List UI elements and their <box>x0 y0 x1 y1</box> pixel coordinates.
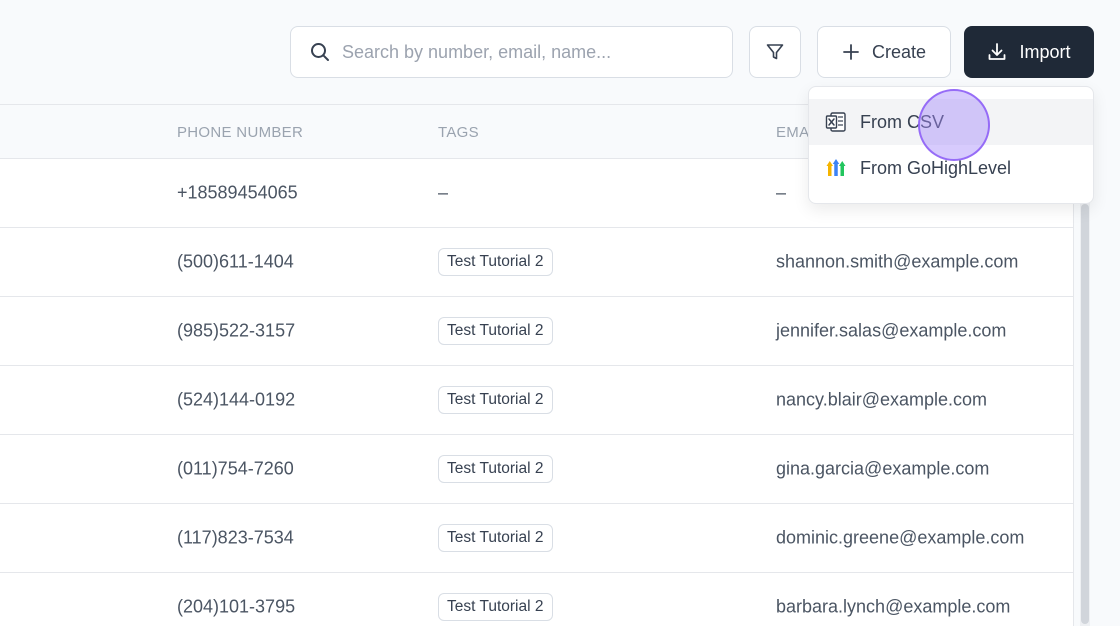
tags-cell: Test Tutorial 2 <box>438 593 553 621</box>
email-cell: barbara.lynch@example.com <box>776 596 1011 617</box>
plus-icon <box>843 44 859 60</box>
import-dropdown-menu: From CSV From GoHighLevel <box>808 86 1094 204</box>
phone-cell: (204)101-3795 <box>177 596 296 617</box>
excel-icon <box>825 112 846 132</box>
table-row[interactable]: (524)144-0192 Test Tutorial 2 nancy.blai… <box>0 366 1073 435</box>
filter-icon <box>766 44 784 60</box>
table-row[interactable]: (985)522-3157 Test Tutorial 2 jennifer.s… <box>0 297 1073 366</box>
column-header-phone[interactable]: PHONE NUMBER <box>177 124 303 141</box>
email-cell: nancy.blair@example.com <box>776 389 988 410</box>
scrollbar-thumb[interactable] <box>1081 204 1089 624</box>
tags-cell: Test Tutorial 2 <box>438 524 553 552</box>
phone-cell: +18589454065 <box>177 182 298 203</box>
phone-cell: (011)754-7260 <box>177 458 294 479</box>
phone-cell: (500)611-1404 <box>177 251 294 272</box>
create-button[interactable]: Create <box>817 26 951 78</box>
import-button[interactable]: Import <box>964 26 1094 78</box>
search-icon <box>311 43 329 61</box>
menu-item-from-csv[interactable]: From CSV <box>809 99 1093 145</box>
menu-item-label: From CSV <box>860 111 945 132</box>
download-icon <box>989 43 1006 60</box>
create-button-label: Create <box>871 41 927 62</box>
tags-cell: Test Tutorial 2 <box>438 248 553 276</box>
search-bar[interactable] <box>290 26 733 78</box>
table-row[interactable]: (500)611-1404 Test Tutorial 2 shannon.sm… <box>0 228 1073 297</box>
menu-item-from-gohighlevel[interactable]: From GoHighLevel <box>809 145 1093 191</box>
search-input[interactable] <box>342 41 712 63</box>
email-cell: gina.garcia@example.com <box>776 458 990 479</box>
table-row[interactable]: (011)754-7260 Test Tutorial 2 gina.garci… <box>0 435 1073 504</box>
tags-cell: Test Tutorial 2 <box>438 455 553 483</box>
table-row[interactable]: (204)101-3795 Test Tutorial 2 barbara.ly… <box>0 573 1073 626</box>
tags-cell: – <box>438 182 449 203</box>
tag-badge: Test Tutorial 2 <box>438 317 553 345</box>
tag-badge: Test Tutorial 2 <box>438 248 553 276</box>
phone-cell: (985)522-3157 <box>177 320 296 341</box>
email-cell: jennifer.salas@example.com <box>776 320 1007 341</box>
phone-cell: (524)144-0192 <box>177 389 296 410</box>
filter-button[interactable] <box>749 26 801 78</box>
phone-cell: (117)823-7534 <box>177 527 294 548</box>
tags-cell: Test Tutorial 2 <box>438 317 553 345</box>
menu-item-label: From GoHighLevel <box>860 157 1012 178</box>
email-cell: dominic.greene@example.com <box>776 527 1025 548</box>
email-cell: – <box>776 182 787 203</box>
tags-cell: Test Tutorial 2 <box>438 386 553 414</box>
table-row[interactable]: (117)823-7534 Test Tutorial 2 dominic.gr… <box>0 504 1073 573</box>
column-header-email[interactable]: EMA <box>776 124 809 141</box>
import-button-label: Import <box>1019 41 1071 62</box>
email-cell: shannon.smith@example.com <box>776 251 1019 272</box>
tag-badge: Test Tutorial 2 <box>438 386 553 414</box>
tag-badge: Test Tutorial 2 <box>438 524 553 552</box>
tag-badge: Test Tutorial 2 <box>438 455 553 483</box>
gohighlevel-icon <box>826 159 846 176</box>
column-header-tags[interactable]: TAGS <box>438 124 479 141</box>
tag-badge: Test Tutorial 2 <box>438 593 553 621</box>
